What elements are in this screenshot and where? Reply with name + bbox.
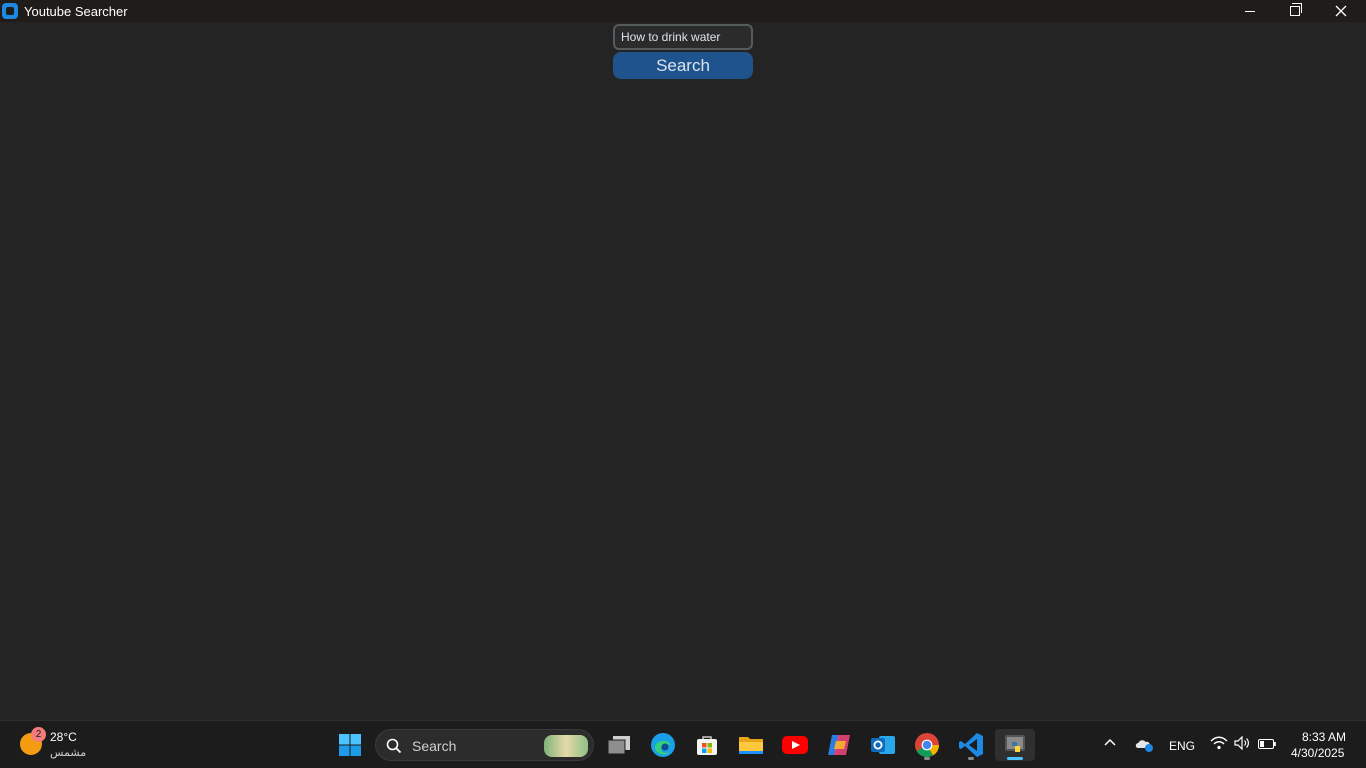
search-button[interactable]: Search bbox=[613, 52, 753, 79]
copilot-icon bbox=[828, 735, 850, 755]
folder-icon bbox=[739, 737, 763, 754]
store-icon bbox=[697, 736, 717, 755]
taskbar-search[interactable]: Search bbox=[375, 729, 594, 761]
taskbar-search-label: Search bbox=[412, 738, 457, 754]
store-button[interactable] bbox=[691, 729, 723, 761]
running-indicator bbox=[968, 757, 974, 760]
task-view-button[interactable] bbox=[603, 729, 635, 761]
vscode-button[interactable] bbox=[955, 729, 987, 761]
language-indicator[interactable]: ENG bbox=[1169, 739, 1195, 753]
maximize-button[interactable] bbox=[1272, 0, 1318, 22]
youtube-icon bbox=[782, 736, 808, 754]
windows-icon bbox=[339, 734, 361, 756]
weather-temperature: 28°C bbox=[50, 730, 77, 744]
volume-button[interactable] bbox=[1234, 735, 1250, 753]
outlook-icon bbox=[871, 736, 895, 754]
edge-icon bbox=[651, 733, 675, 757]
wifi-icon bbox=[1210, 736, 1228, 750]
task-view-icon bbox=[607, 736, 630, 755]
close-icon bbox=[1335, 5, 1347, 17]
close-button[interactable] bbox=[1318, 0, 1364, 22]
notification-badge: 2 bbox=[31, 727, 46, 742]
edge-button[interactable] bbox=[647, 729, 679, 761]
minimize-button[interactable] bbox=[1227, 0, 1273, 22]
window-title: Youtube Searcher bbox=[24, 4, 128, 19]
cloud-sync-icon bbox=[1135, 740, 1153, 752]
app-icon bbox=[2, 3, 18, 19]
restore-icon bbox=[1290, 3, 1302, 16]
python-icon bbox=[1005, 735, 1025, 752]
start-button[interactable] bbox=[338, 733, 362, 757]
taskbar: 2 28°C مشمس Search ENG 8:33 AM 4/30/2025 bbox=[0, 720, 1366, 768]
battery-icon bbox=[1258, 739, 1276, 749]
clock-time[interactable]: 8:33 AM bbox=[1302, 730, 1346, 744]
chrome-icon bbox=[915, 733, 939, 758]
chevron-up-icon bbox=[1104, 738, 1116, 746]
weather-condition: مشمس bbox=[50, 747, 87, 759]
battery-button[interactable] bbox=[1258, 738, 1276, 752]
outlook-button[interactable] bbox=[867, 729, 899, 761]
chrome-button[interactable] bbox=[911, 729, 943, 761]
clock-date[interactable]: 4/30/2025 bbox=[1291, 746, 1344, 760]
youtube-button[interactable] bbox=[779, 729, 811, 761]
search-icon bbox=[386, 738, 402, 754]
file-explorer-button[interactable] bbox=[735, 729, 767, 761]
copilot-button[interactable] bbox=[823, 729, 855, 761]
python-app-button[interactable] bbox=[995, 729, 1035, 761]
minimize-icon bbox=[1245, 10, 1255, 12]
vscode-icon bbox=[959, 733, 983, 757]
search-input[interactable] bbox=[613, 24, 753, 50]
wifi-button[interactable] bbox=[1210, 736, 1228, 753]
search-highlight-image bbox=[544, 735, 588, 757]
onedrive-button[interactable] bbox=[1134, 736, 1154, 755]
running-indicator bbox=[1007, 757, 1023, 760]
show-hidden-icons-button[interactable] bbox=[1103, 736, 1117, 750]
volume-icon bbox=[1234, 735, 1249, 751]
running-indicator bbox=[924, 757, 930, 760]
title-bar: Youtube Searcher bbox=[0, 0, 1366, 22]
